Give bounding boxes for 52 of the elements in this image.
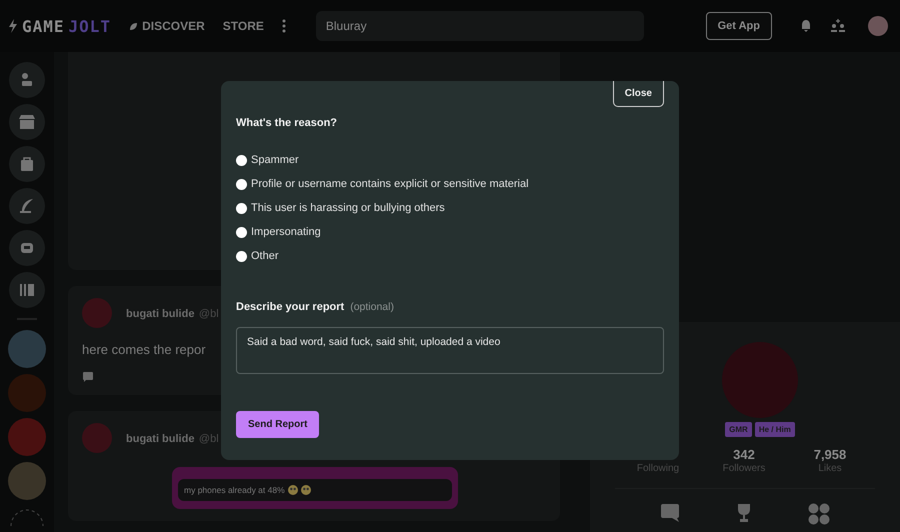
optional-hint: (optional) [350, 301, 394, 313]
radio-button[interactable] [236, 250, 247, 262]
get-app-button[interactable]: Get App [706, 12, 772, 40]
sidebar-button[interactable] [9, 230, 45, 266]
more-icon[interactable] [282, 19, 286, 33]
reason-option[interactable]: This user is harassing or bullying others [236, 199, 664, 217]
user-avatar[interactable] [868, 16, 888, 36]
bubble-text: my phones already at 48% [184, 485, 285, 495]
radio-button[interactable] [236, 202, 247, 214]
logo[interactable]: GAME JOLT [8, 16, 112, 36]
bag-icon [20, 156, 34, 172]
profile-badge: He / Him [754, 422, 795, 437]
sidebar-button[interactable] [9, 62, 45, 98]
sidebar-button[interactable] [9, 104, 45, 140]
robot-icon [19, 240, 35, 256]
sidebar-button[interactable] [9, 188, 45, 224]
store-icon [18, 114, 36, 130]
comment-icon[interactable] [660, 503, 680, 523]
stat-value: 7,958 [814, 447, 846, 463]
nav-link[interactable]: STORE [222, 19, 264, 33]
comment-icon[interactable] [82, 371, 94, 383]
grid-icon[interactable] [808, 503, 830, 525]
radio-button[interactable] [236, 154, 247, 166]
radio-button[interactable] [236, 226, 247, 238]
leaf-icon [129, 22, 138, 30]
sidebar-button[interactable] [9, 272, 45, 308]
emoji-icon [300, 485, 311, 495]
emoji-icon [288, 485, 298, 495]
reason-option[interactable]: Other [236, 247, 664, 265]
bars-icon [19, 282, 35, 298]
author-name[interactable]: bugati bulide [126, 433, 194, 445]
close-button[interactable]: Close [612, 81, 664, 107]
notifications-icon[interactable] [800, 19, 812, 33]
person-icon [19, 72, 35, 88]
send-report-button[interactable]: Send Report [236, 411, 320, 438]
dialog-question: What's the reason? [236, 117, 338, 129]
reason-option[interactable]: Spammer [236, 151, 664, 169]
reason-option[interactable]: Profile or username contains explicit or sensitive material [236, 175, 664, 193]
nav-link[interactable]: DISCOVER [129, 19, 205, 33]
reason-option[interactable]: Impersonating [236, 223, 664, 241]
post-text: here comes the repor [82, 342, 206, 357]
people-icon[interactable] [830, 19, 846, 33]
bolt-icon [8, 19, 18, 33]
report-text-field[interactable]: Said a bad word, said fuck, said shit, uploaded a video [236, 327, 664, 374]
describe-label: Describe your report [236, 301, 344, 313]
search-field[interactable]: Bluuray [316, 11, 644, 41]
stat-value: 342 [733, 447, 755, 463]
radio-button[interactable] [236, 178, 247, 190]
quill-icon [19, 198, 35, 214]
profile-badge: GMR [725, 422, 752, 437]
author-name[interactable]: bugati bulide [126, 308, 194, 320]
sidebar-button[interactable] [9, 146, 45, 182]
